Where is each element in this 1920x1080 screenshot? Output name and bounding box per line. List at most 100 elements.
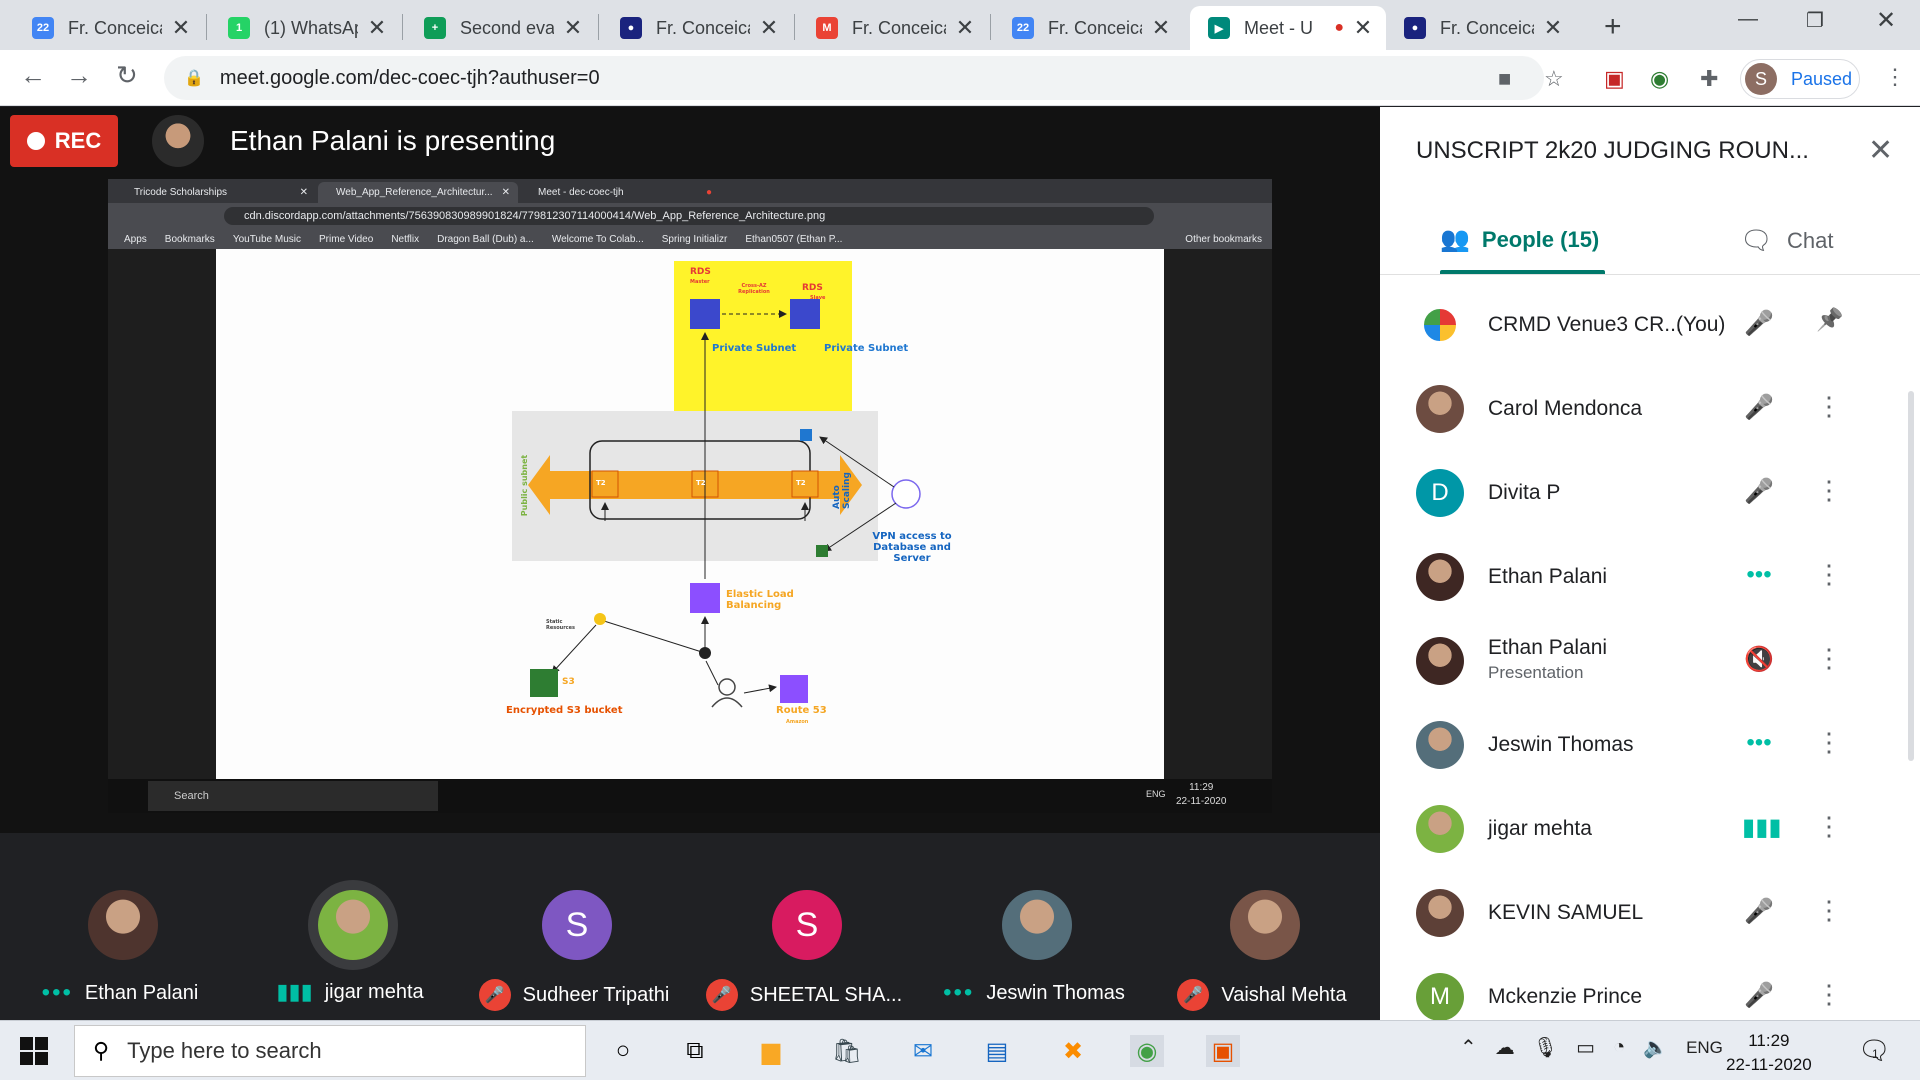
chrome-menu-icon[interactable]: ⋮ [1884,64,1906,90]
mic-off-icon[interactable]: 🎤 [1742,477,1776,506]
browser-tab[interactable]: M Fr. Conceicao ✕ [798,6,988,50]
store-icon[interactable]: 🛍 [830,1035,864,1067]
participant-row[interactable]: Ethan Palani Presentation 🔇 ⋮ [1380,619,1920,703]
browser-tab[interactable]: + Second evaluation ✕ [406,6,596,50]
camera-icon[interactable]: ■ [1498,66,1511,92]
browser-tab[interactable]: ● Fr. Conceicao ✕ [602,6,792,50]
task-view-icon[interactable]: ⧉ [678,1035,712,1067]
xampp-icon[interactable]: ✖ [1056,1035,1090,1067]
participant-row[interactable]: jigar mehta ▮▮▮ ⋮ [1380,787,1920,871]
language-indicator[interactable]: ENG [1686,1038,1723,1058]
recording-badge: REC [10,115,118,167]
windows-start-icon[interactable] [20,1037,48,1065]
participant-row[interactable]: Carol Mendonca 🎤 ⋮ [1380,367,1920,451]
extension-icon[interactable]: ▣ [1604,66,1625,92]
mic-off-icon[interactable]: 🎤 [1742,309,1776,338]
participant-name: SHEETAL SHA... [749,983,903,1006]
panel-scrollbar[interactable] [1908,391,1914,761]
more-icon[interactable]: ⋮ [1816,895,1842,926]
more-icon[interactable]: ⋮ [1816,475,1842,506]
taskbar-search-box[interactable]: ⚲ Type here to search [74,1025,586,1077]
architecture-diagram: RDS Master RDS Slave Cross-AZ Replicatio… [216,249,1164,779]
mail-icon[interactable]: ✉ [906,1035,940,1067]
app-icon[interactable]: ▣ [1206,1035,1240,1067]
battery-icon[interactable]: ▭ [1576,1035,1595,1060]
participant-row[interactable]: KEVIN SAMUEL 🎤 ⋮ [1380,871,1920,955]
close-tab-icon[interactable]: ✕ [170,15,192,41]
cortana-icon[interactable]: ○ [606,1035,640,1067]
extension-icon[interactable]: ◉ [1650,66,1669,92]
more-icon[interactable]: ⋮ [1816,727,1842,758]
tab-chat[interactable]: 🗨 Chat [1740,225,1834,256]
close-tab-icon[interactable]: ✕ [1542,15,1564,41]
notification-icon[interactable]: 🗨 1 [1858,1035,1891,1066]
tab-separator [206,14,207,40]
extensions-puzzle-icon[interactable]: ✚ [1700,66,1718,92]
close-tab-icon[interactable]: ✕ [1352,15,1374,41]
tab-people[interactable]: 👥 People (15) [1440,225,1599,254]
participant-tile[interactable]: ▮▮▮ jigar mehta [240,833,460,1020]
participant-tile[interactable]: ••• Ethan Palani [10,833,230,1020]
profile-button[interactable]: S Paused [1740,59,1860,99]
more-icon[interactable]: ⋮ [1816,643,1842,674]
volume-icon[interactable]: 🔈 [1643,1035,1668,1060]
microphone-icon[interactable]: 🎙 [1533,1035,1558,1060]
taskbar-date: 22-11-2020 [1726,1055,1812,1074]
participant-tile[interactable]: S 🎤 SHEETAL SHA... [694,833,914,1020]
wifi-icon[interactable]: ◔ [1613,1036,1625,1059]
shared-tab: Meet - dec-coec-tjh ● [538,187,712,198]
chevron-up-icon[interactable]: ⌃ [1460,1035,1477,1060]
volume-off-icon: 🔇 [1744,646,1774,673]
close-tab-icon[interactable]: ✕ [1150,15,1172,41]
browser-tab[interactable]: ▶ Meet - U ● ✕ [1190,6,1386,50]
mic-off-icon[interactable]: 🎤 [1742,393,1776,422]
more-icon[interactable]: ⋮ [1816,559,1842,590]
close-panel-icon[interactable]: ✕ [1868,133,1893,168]
taskbar-time: 11:29 [1748,1031,1790,1050]
you-label: (You) [1676,313,1726,336]
participant-tile[interactable]: S 🎤 Sudheer Tripathi [464,833,684,1020]
tab-title: Meet - U [1244,17,1314,38]
new-tab-button[interactable]: + [1604,10,1622,44]
participant-row[interactable]: D Divita P 🎤 ⋮ [1380,451,1920,535]
restore-button[interactable]: ❐ [1806,8,1824,33]
tab-title: (1) WhatsApp [264,17,358,38]
browser-tab[interactable]: 22 Fr. Conceicao ✕ [14,6,204,50]
browser-tab[interactable]: 22 Fr. Conceicao ✕ [994,6,1184,50]
close-window-button[interactable]: ✕ [1876,6,1896,35]
more-icon[interactable]: ⋮ [1816,979,1842,1010]
participant-tile[interactable]: ••• Jeswin Thomas [924,833,1144,1020]
browser-tab[interactable]: ● Fr. Conceicao ✕ [1386,6,1576,50]
address-bar[interactable]: 🔒 meet.google.com/dec-coec-tjh?authuser=… [164,56,1544,100]
cloud-icon[interactable]: ☁ [1495,1035,1515,1060]
close-tab-icon[interactable]: ✕ [758,15,780,41]
close-tab-icon[interactable]: ✕ [954,15,976,41]
participant-tile[interactable]: 🎤 Vaishal Mehta [1152,833,1372,1020]
mic-off-icon[interactable]: 🎤 [1742,897,1776,926]
participant-row[interactable]: CRMD Venue3 CR... (You) 🎤 📌 [1380,283,1920,367]
participant-row[interactable]: Ethan Palani ••• ⋮ [1380,535,1920,619]
participant-name: Ethan Palani [84,981,199,1004]
more-icon[interactable]: ⋮ [1816,391,1842,422]
more-icon[interactable]: ⋮ [1816,811,1842,842]
mic-off-icon[interactable]: 🎤 [1742,981,1776,1010]
app-icon[interactable]: ▤ [980,1035,1014,1067]
pin-icon[interactable]: 📌 [1816,307,1843,333]
browser-tab[interactable]: 1 (1) WhatsApp ✕ [210,6,400,50]
chrome-taskbar-icon[interactable]: ◉ [1130,1035,1164,1067]
file-explorer-icon[interactable]: ▆ [754,1035,788,1067]
back-button[interactable]: ← [20,60,46,91]
avatar [1230,890,1300,960]
close-tab-icon[interactable]: ✕ [366,15,388,41]
reload-button[interactable]: ↻ [116,60,138,91]
minimize-button[interactable]: — [1738,8,1758,31]
taskbar-clock[interactable]: 11:29 22-11-2020 [1726,1029,1812,1077]
shared-tab-label: Tricode Scholarships [134,187,228,198]
forward-button[interactable]: → [66,60,92,91]
participant-row[interactable]: Jeswin Thomas ••• ⋮ [1380,703,1920,787]
bookmark-star-icon[interactable]: ☆ [1544,66,1564,92]
system-tray: ⌃ ☁ 🎙 ▭ ◔ 🔈 ENG [1460,1035,1723,1060]
avatar: S [542,890,612,960]
close-tab-icon[interactable]: ✕ [562,15,584,41]
avatar [1416,721,1464,769]
